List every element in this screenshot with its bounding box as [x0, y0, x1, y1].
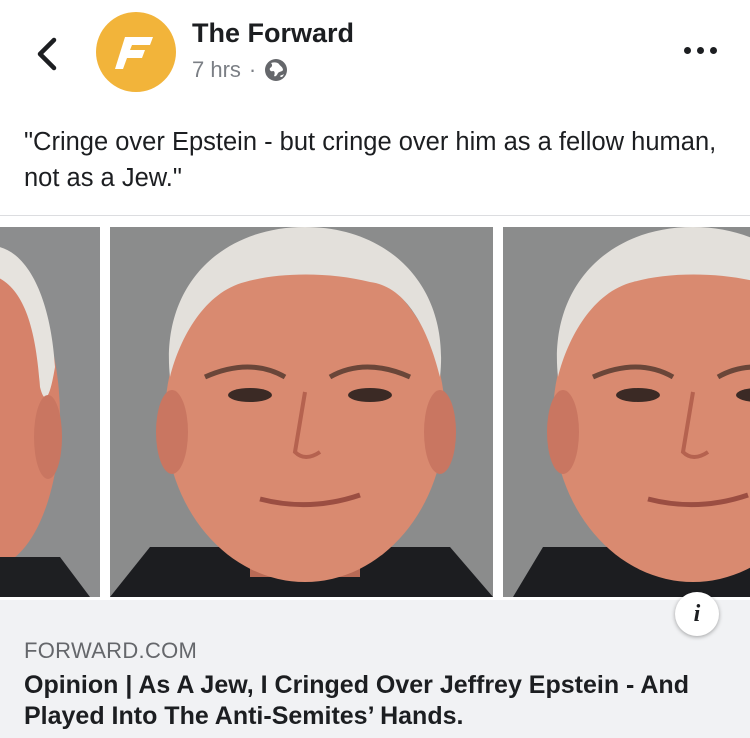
- page-name[interactable]: The Forward: [192, 18, 354, 49]
- more-dot: [710, 46, 717, 54]
- back-chevron-icon[interactable]: [30, 34, 64, 74]
- link-domain: FORWARD.COM: [24, 638, 198, 663]
- link-preview-card[interactable]: FORWARD.COM Opinion | As A Jew, I Cringe…: [0, 600, 750, 738]
- globe-icon: [265, 59, 288, 81]
- forward-logo-icon: [115, 37, 153, 69]
- post-meta: 7 hrs ·: [192, 57, 288, 83]
- more-dot: [697, 46, 704, 54]
- link-headline[interactable]: Opinion | As A Jew, I Cringed Over Jeffr…: [24, 670, 734, 732]
- portrait-panel-right: [503, 227, 750, 597]
- portrait-panel-center: [110, 227, 493, 597]
- post-time[interactable]: 7 hrs: [192, 57, 241, 83]
- meta-separator: ·: [248, 57, 257, 82]
- link-preview-image[interactable]: [0, 215, 750, 601]
- post-text: "Cringe over Epstein - but cringe over h…: [24, 128, 717, 192]
- info-icon[interactable]: i: [675, 592, 719, 636]
- more-dot: [684, 46, 691, 54]
- page-avatar[interactable]: [96, 12, 176, 92]
- post-header: The Forward 7 hrs ·: [0, 0, 750, 110]
- info-glyph: i: [693, 600, 701, 627]
- portrait-panel-left: [0, 227, 100, 597]
- more-options-icon[interactable]: [684, 40, 720, 60]
